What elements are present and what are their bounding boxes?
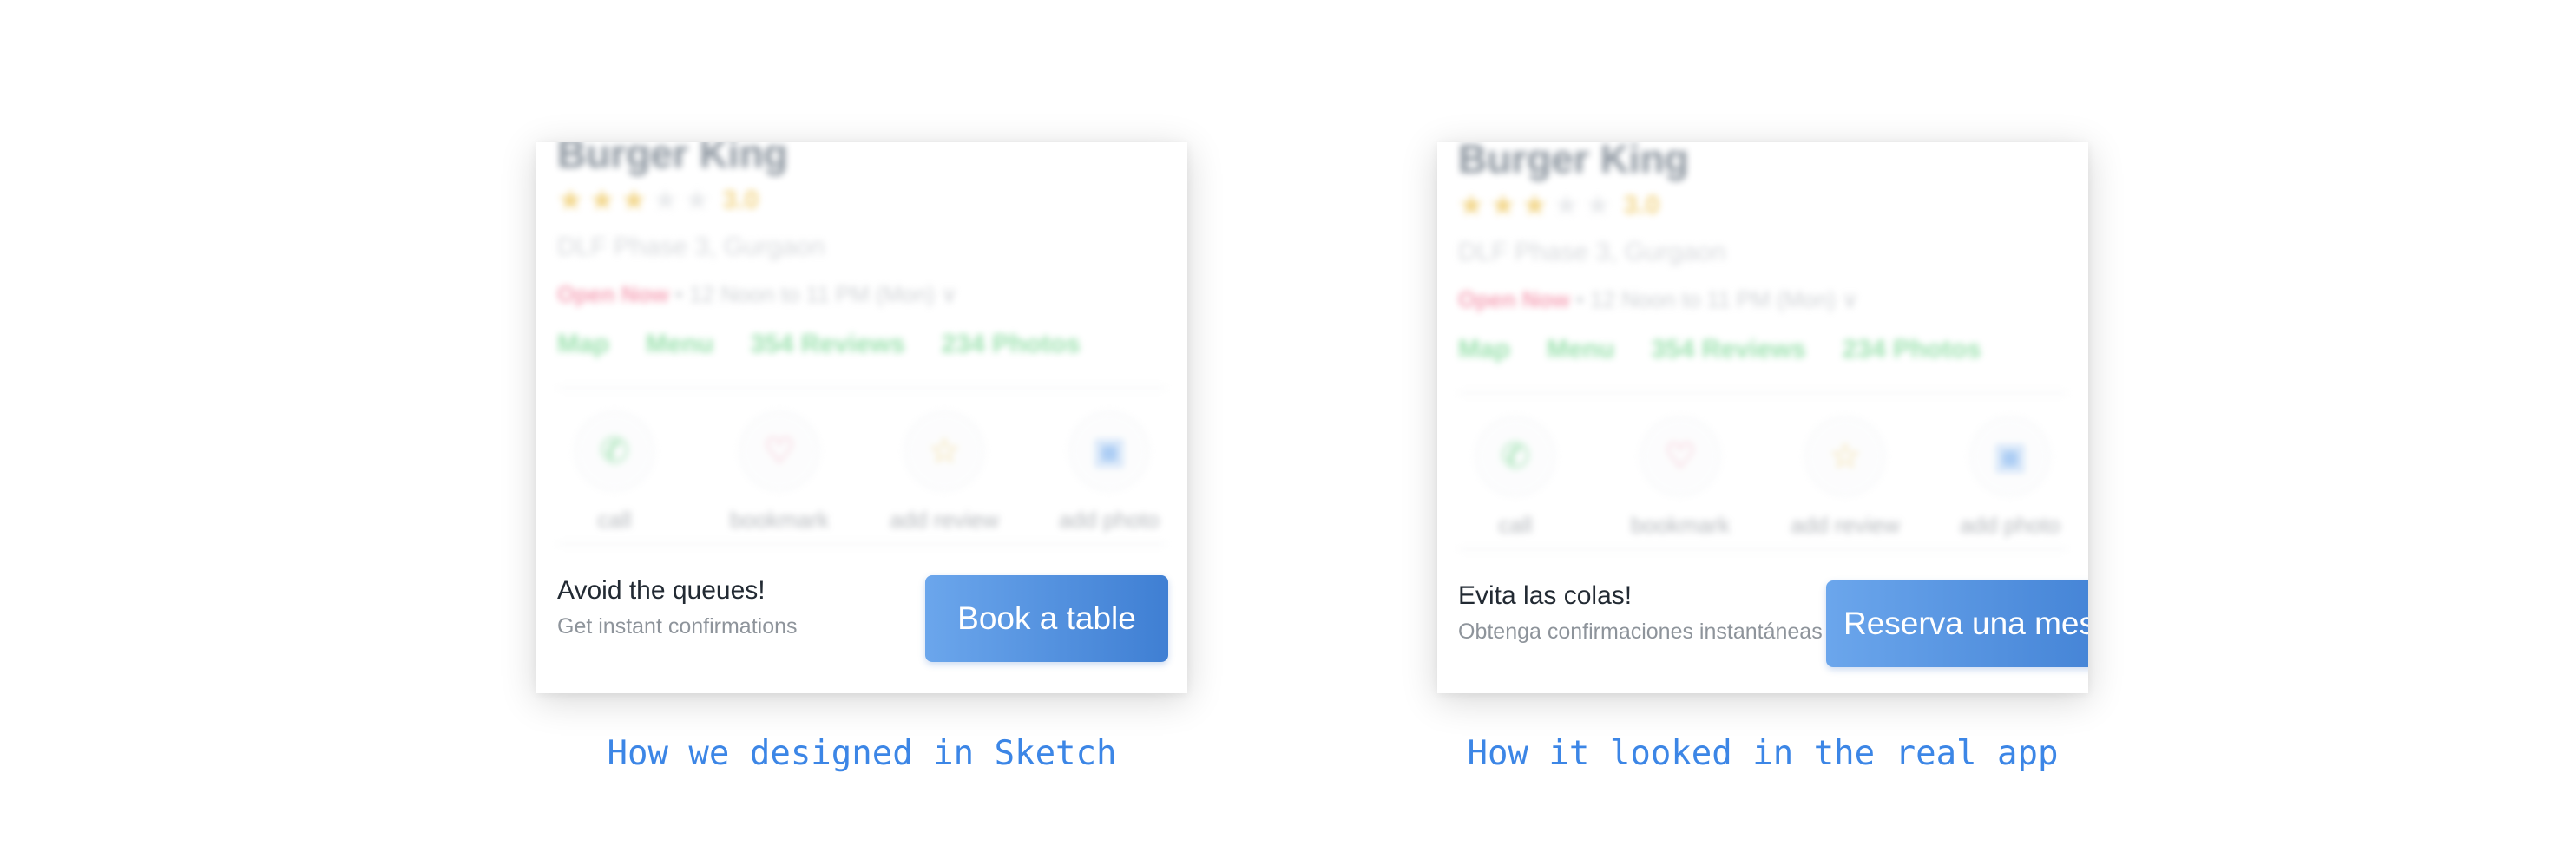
sketch-design-card: Burger King ★ ★ ★ ★ ★ 3.0 DLF Phase 3, G… (536, 142, 1187, 693)
map-link[interactable]: Map (1458, 335, 1510, 364)
links-row: Map Menu 354 Reviews 234 Photos (557, 330, 1081, 359)
star-empty-icon: ★ (1584, 189, 1612, 222)
caption-real-app: How it looked in the real app (1467, 734, 2059, 773)
menu-link[interactable]: Menu (646, 330, 713, 359)
star-icon: ★ (588, 184, 615, 217)
restaurant-name: Burger King (1458, 142, 1689, 181)
heart-icon: ♡ (739, 411, 819, 491)
add-review-action[interactable]: ☆ add review (1776, 416, 1915, 539)
photos-link[interactable]: 234 Photos (942, 330, 1081, 359)
rating-value: 3.0 (722, 186, 759, 214)
book-table-button[interactable]: Reserva una mesa (1826, 580, 2088, 667)
action-label: add photo (1059, 507, 1160, 533)
star-icon: ★ (557, 184, 584, 217)
add-photo-action[interactable]: ▣ add photo (1941, 416, 2080, 539)
phone-icon: ✆ (1475, 416, 1555, 496)
add-review-action[interactable]: ☆ add review (875, 411, 1014, 534)
address: DLF Phase 3, Gurgaon (1458, 238, 1726, 266)
cta-subtitle: Obtenga confirmaciones instantáneas (1458, 619, 1823, 644)
restaurant-details-blurred: Burger King ★ ★ ★ ★ ★ 3.0 DLF Phase 3, G… (1437, 142, 2088, 555)
cta-subtitle: Get instant confirmations (557, 614, 798, 639)
divider (1458, 548, 2067, 550)
real-app-card: Burger King ★ ★ ★ ★ ★ 3.0 DLF Phase 3, G… (1437, 142, 2088, 693)
address: DLF Phase 3, Gurgaon (557, 233, 825, 261)
star-icon: ★ (1458, 189, 1485, 222)
open-status: Open Now (557, 281, 669, 307)
star-icon: ☆ (1805, 416, 1885, 496)
action-label: bookmark (729, 507, 830, 533)
star-empty-icon: ★ (683, 184, 711, 217)
hours-text: • 12 Noon to 11 PM (Mon) ∨ (1569, 286, 1859, 312)
restaurant-details-blurred: Burger King ★ ★ ★ ★ ★ 3.0 DLF Phase 3, G… (536, 142, 1187, 550)
photo-icon: ▣ (1069, 411, 1149, 491)
reviews-link[interactable]: 354 Reviews (750, 330, 904, 359)
rating-row: ★ ★ ★ ★ ★ 3.0 (557, 186, 759, 215)
map-link[interactable]: Map (557, 330, 609, 359)
bookmark-action[interactable]: ♡ bookmark (710, 411, 849, 534)
reviews-link[interactable]: 354 Reviews (1651, 335, 1805, 364)
divider (557, 387, 1166, 389)
call-action[interactable]: ✆ call (1446, 416, 1585, 539)
heart-icon: ♡ (1640, 416, 1720, 496)
open-status: Open Now (1458, 286, 1570, 312)
add-photo-action[interactable]: ▣ add photo (1040, 411, 1179, 534)
action-label: add review (890, 507, 999, 533)
photos-link[interactable]: 234 Photos (1843, 335, 1981, 364)
caption-sketch: How we designed in Sketch (607, 734, 1117, 773)
actions-row: ✆ call ♡ bookmark ☆ add review ▣ add pho… (545, 411, 1179, 534)
menu-link[interactable]: Menu (1547, 335, 1614, 364)
bookmark-action[interactable]: ♡ bookmark (1611, 416, 1750, 539)
action-label: add review (1791, 512, 1900, 538)
cta-title: Evita las colas! (1458, 581, 1633, 610)
star-icon: ★ (1489, 189, 1516, 222)
book-table-button[interactable]: Book a table (925, 575, 1168, 662)
rating-row: ★ ★ ★ ★ ★ 3.0 (1458, 191, 1659, 220)
links-row: Map Menu 354 Reviews 234 Photos (1458, 335, 1981, 364)
star-icon: ★ (1521, 189, 1548, 222)
hours-row[interactable]: Open Now • 12 Noon to 11 PM (Mon) ∨ (557, 281, 957, 308)
rating-value: 3.0 (1623, 191, 1660, 220)
actions-row: ✆ call ♡ bookmark ☆ add review ▣ add pho… (1446, 416, 2080, 539)
action-label: call (1498, 512, 1533, 538)
call-action[interactable]: ✆ call (545, 411, 684, 534)
divider (557, 543, 1166, 545)
star-empty-icon: ★ (652, 184, 679, 217)
action-label: call (597, 507, 632, 533)
action-label: add photo (1960, 512, 2060, 538)
divider (1458, 392, 2067, 394)
star-icon: ★ (620, 184, 647, 217)
star-empty-icon: ★ (1553, 189, 1580, 222)
phone-icon: ✆ (575, 411, 654, 491)
hours-text: • 12 Noon to 11 PM (Mon) ∨ (668, 281, 958, 307)
action-label: bookmark (1630, 512, 1731, 538)
restaurant-name: Burger King (557, 142, 788, 176)
photo-icon: ▣ (1970, 416, 2050, 496)
hours-row[interactable]: Open Now • 12 Noon to 11 PM (Mon) ∨ (1458, 286, 1858, 313)
star-icon: ☆ (904, 411, 984, 491)
cta-title: Avoid the queues! (557, 576, 766, 605)
